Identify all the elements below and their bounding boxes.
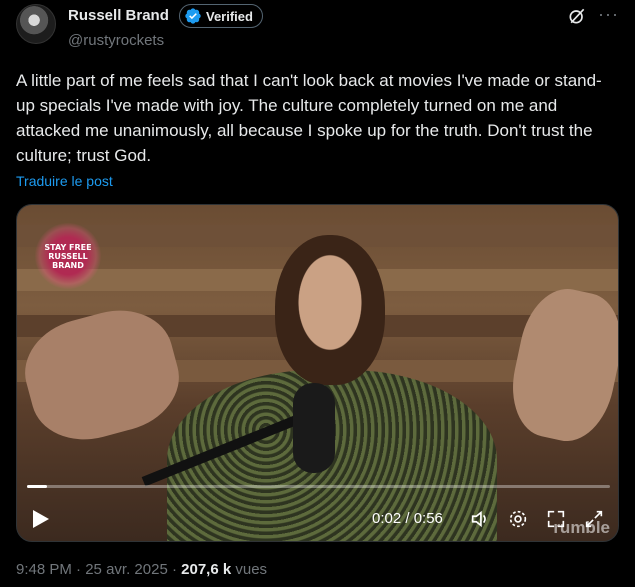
verified-label: Verified [206,8,253,24]
meta-separator: · [76,561,86,578]
avatar[interactable] [16,4,56,44]
author-handle[interactable]: @rustyrockets [68,32,164,49]
gear-icon[interactable] [507,508,529,530]
video-subject-arm [502,281,618,449]
more-icon[interactable]: ··· [598,4,619,25]
progress-bar[interactable] [27,485,610,488]
grok-icon[interactable] [567,6,587,26]
volume-icon[interactable] [469,508,491,530]
tweet-header: Russell Brand Verified @rustyrockets ··· [16,0,621,60]
post-time[interactable]: 9:48 PM [16,561,72,578]
author-name[interactable]: Russell Brand [68,7,169,24]
play-icon[interactable] [31,508,51,530]
stay-free-logo: STAY FREE RUSSELL BRAND [35,223,101,289]
logo-line: RUSSELL [48,251,88,261]
time-display: 0:02 / 0:56 [372,510,443,527]
translate-link[interactable]: Traduire le post [16,173,113,189]
progress-fill [27,485,48,488]
verified-badge[interactable]: Verified [179,4,263,28]
logo-line: BRAND [52,260,84,270]
tweet-meta: 9:48 PM · 25 avr. 2025 · 207,6 k vues [16,561,267,578]
rumble-watermark: rumble [553,518,610,537]
tweet-text: A little part of me feels sad that I can… [16,71,602,165]
meta-separator: · [171,561,182,578]
views-count: 207,6 k [181,561,232,578]
microphone [293,383,335,473]
post-date[interactable]: 25 avr. 2025 [85,561,168,578]
video-subject-head [275,235,385,385]
views-label: vues [235,561,268,578]
logo-line: STAY FREE [44,242,92,252]
video-player[interactable]: STAY FREE RUSSELL BRAND 0:02 / 0:56 rumb… [16,204,619,542]
verified-check-icon [185,8,201,24]
